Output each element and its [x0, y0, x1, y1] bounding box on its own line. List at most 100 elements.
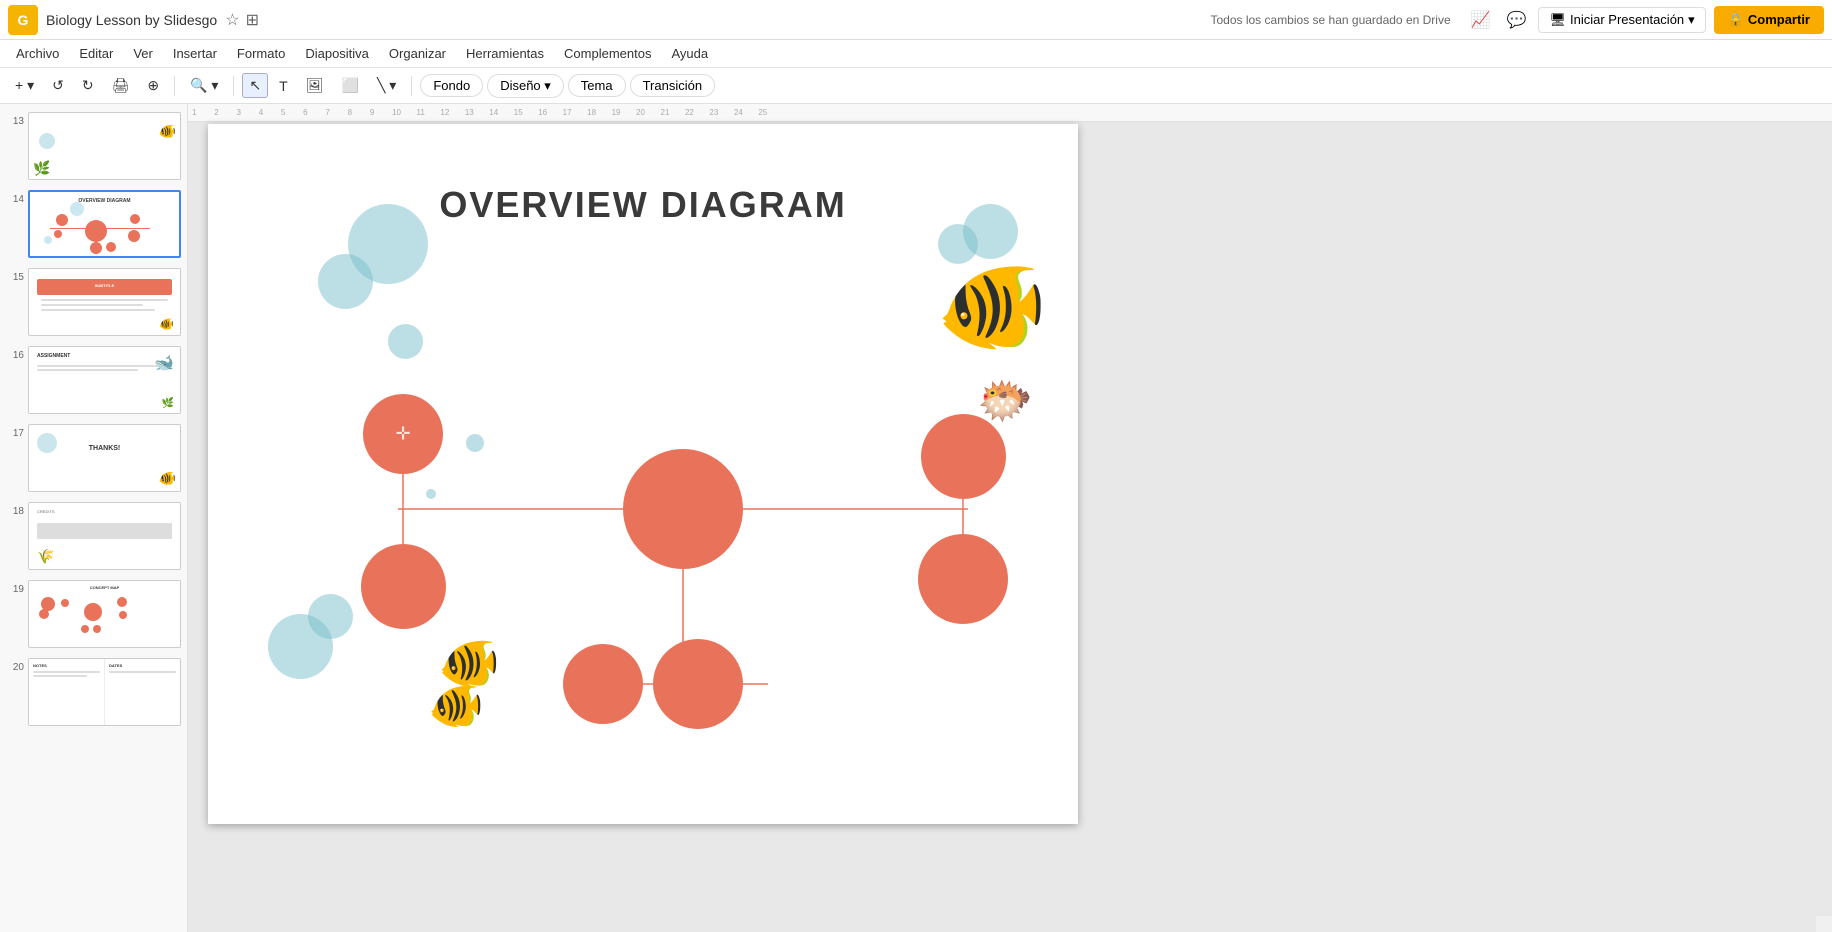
thumb-box-16: ASSIGNMENT 🐋 🌿: [28, 346, 181, 414]
blob-deco: [39, 133, 55, 149]
thumb14-title: OVERVIEW DIAGRAM: [30, 198, 179, 204]
slide-thumb-15[interactable]: 15 SUBTITLE 🐠: [4, 266, 183, 338]
slide-thumb-17[interactable]: 17 THANKS! 🐠: [4, 422, 183, 494]
assignment-lines: [37, 365, 172, 373]
transicion-button[interactable]: Transición: [630, 74, 715, 97]
blob-top-right2: [963, 204, 1018, 259]
select-tool[interactable]: ↖: [242, 73, 268, 98]
share-button[interactable]: 🔒 Compartir: [1714, 6, 1824, 34]
slide-num-18: 18: [6, 502, 24, 517]
slide-thumb-18[interactable]: 18 CREDITS 🌾: [4, 500, 183, 572]
shapes-tool[interactable]: ⬜: [335, 73, 366, 98]
document-title: Biology Lesson by Slidesgo: [46, 12, 217, 28]
undo-button[interactable]: ↺: [45, 73, 71, 98]
menu-herramientas[interactable]: Herramientas: [458, 44, 552, 63]
line3: [109, 671, 176, 673]
topbar-right: 📈 💬 🖥 Iniciar Presentación ▾ 🔒 Compartir: [1467, 6, 1824, 34]
analytics-button[interactable]: 📈: [1467, 6, 1495, 34]
slide-thumb-20[interactable]: 20 NOTES DATES: [4, 656, 183, 728]
diseno-button[interactable]: Diseño ▾: [487, 74, 564, 98]
bottom-left-circle: [361, 544, 446, 629]
bottom-right-circle: [918, 534, 1008, 624]
menu-archivo[interactable]: Archivo: [8, 44, 67, 63]
line1: [33, 671, 100, 673]
zoom-display[interactable]: 🔍 ▾: [183, 73, 225, 98]
slide-thumb-14[interactable]: 14 OVERVIEW DIAGRAM: [4, 188, 183, 260]
redo-button[interactable]: ↻: [75, 73, 101, 98]
coral-deco: 🌿: [33, 160, 50, 177]
thanks-fish: 🐠: [159, 470, 176, 487]
menu-complementos[interactable]: Complementos: [556, 44, 659, 63]
share-label: Compartir: [1748, 12, 1810, 27]
blob-mid-left: [388, 324, 423, 359]
slide-content: OVERVIEW DIAGRAM: [208, 124, 1078, 824]
cm7: [93, 625, 101, 633]
menu-editar[interactable]: Editar: [71, 44, 121, 63]
doc-icons: ☆ ⊞: [225, 10, 259, 30]
toolbar: + ▾ ↺ ↻ 🖨 ⊕ 🔍 ▾ ↖ T 🖼 ⬜ ╲ ▾ Fondo Diseño…: [0, 68, 1832, 104]
main-layout: 13 🌿 🐠 14 OVERVIEW DIAGRAM: [0, 104, 1832, 932]
whale-icon: 🐋: [154, 353, 174, 373]
text-tool[interactable]: T: [272, 74, 295, 98]
menu-ayuda[interactable]: Ayuda: [663, 44, 716, 63]
coral-deco16: 🌿: [162, 398, 174, 409]
fish-deco: 🐠: [159, 123, 176, 140]
concept-map-label: CONCEPT MAP: [29, 585, 180, 590]
mb2: [44, 236, 52, 244]
text-lines: [41, 299, 168, 314]
cm-center: [84, 603, 102, 621]
menu-ver[interactable]: Ver: [125, 44, 161, 63]
separator: [174, 76, 175, 96]
thumb-box-19: CONCEPT MAP: [28, 580, 181, 648]
print-button[interactable]: 🖨: [105, 73, 137, 98]
slide-num-13: 13: [6, 112, 24, 127]
add-button[interactable]: + ▾: [8, 73, 41, 98]
credits-label: CREDITS: [37, 509, 55, 514]
subtitle-label: SUBTITLE: [41, 283, 168, 288]
menu-formato[interactable]: Formato: [229, 44, 293, 63]
thumb-box-20: NOTES DATES: [28, 658, 181, 726]
menu-insertar[interactable]: Insertar: [165, 44, 225, 63]
blob-bottom-left2: [308, 594, 353, 639]
canvas-area[interactable]: 1 2 3 4 5 6 7 8 9 10 11 12 13 14 15 16 1…: [188, 104, 1832, 932]
blob-small-left: [466, 434, 484, 452]
paint-format-button[interactable]: ⊕: [140, 73, 166, 98]
slides-panel: 13 🌿 🐠 14 OVERVIEW DIAGRAM: [0, 104, 188, 932]
lock-icon: 🔒: [1728, 12, 1744, 28]
star-icon[interactable]: ☆: [225, 10, 239, 30]
chevron-down-icon: ▾: [1688, 12, 1695, 28]
seaweed-icon: 🌾: [37, 548, 54, 565]
bottom-center-right-circle: [653, 639, 743, 729]
slide-thumb-16[interactable]: 16 ASSIGNMENT 🐋 🌿: [4, 344, 183, 416]
present-button[interactable]: 🖥 Iniciar Presentación ▾: [1538, 7, 1705, 33]
credits-box: [37, 523, 172, 539]
menu-bar: Archivo Editar Ver Insertar Formato Diap…: [0, 40, 1832, 68]
cm2: [39, 609, 49, 619]
v-line: [96, 231, 97, 253]
move-cursor-icon: ✛: [395, 424, 410, 445]
thumb-box-15: SUBTITLE 🐠: [28, 268, 181, 336]
top-left-circle[interactable]: ✛: [363, 394, 443, 474]
mc3: [130, 214, 140, 224]
cm4: [117, 597, 127, 607]
line2: [33, 675, 87, 677]
menu-diapositiva[interactable]: Diapositiva: [297, 44, 377, 63]
slide-thumb-13[interactable]: 13 🌿 🐠: [4, 110, 183, 182]
thumb-box-18: CREDITS 🌾: [28, 502, 181, 570]
saved-message: Todos los cambios se han guardado en Dri…: [1210, 13, 1450, 27]
slide-num-15: 15: [6, 268, 24, 283]
comments-button[interactable]: 💬: [1503, 6, 1531, 34]
menu-organizar[interactable]: Organizar: [381, 44, 454, 63]
fondo-button[interactable]: Fondo: [420, 74, 483, 97]
line-tool[interactable]: ╲ ▾: [370, 73, 403, 98]
folder-icon[interactable]: ⊞: [246, 10, 259, 30]
clownfish2: 🐠: [428, 679, 484, 732]
small-fish-deco-right: 🐡: [977, 374, 1033, 427]
slide-num-19: 19: [6, 580, 24, 595]
tema-button[interactable]: Tema: [568, 74, 626, 97]
slide-thumb-19[interactable]: 19 CONCEPT MAP: [4, 578, 183, 650]
thumb-box-14: OVERVIEW DIAGRAM: [28, 190, 181, 258]
slide-title: OVERVIEW DIAGRAM: [208, 184, 1078, 226]
image-tool[interactable]: 🖼: [299, 73, 331, 98]
slide-num-20: 20: [6, 658, 24, 673]
